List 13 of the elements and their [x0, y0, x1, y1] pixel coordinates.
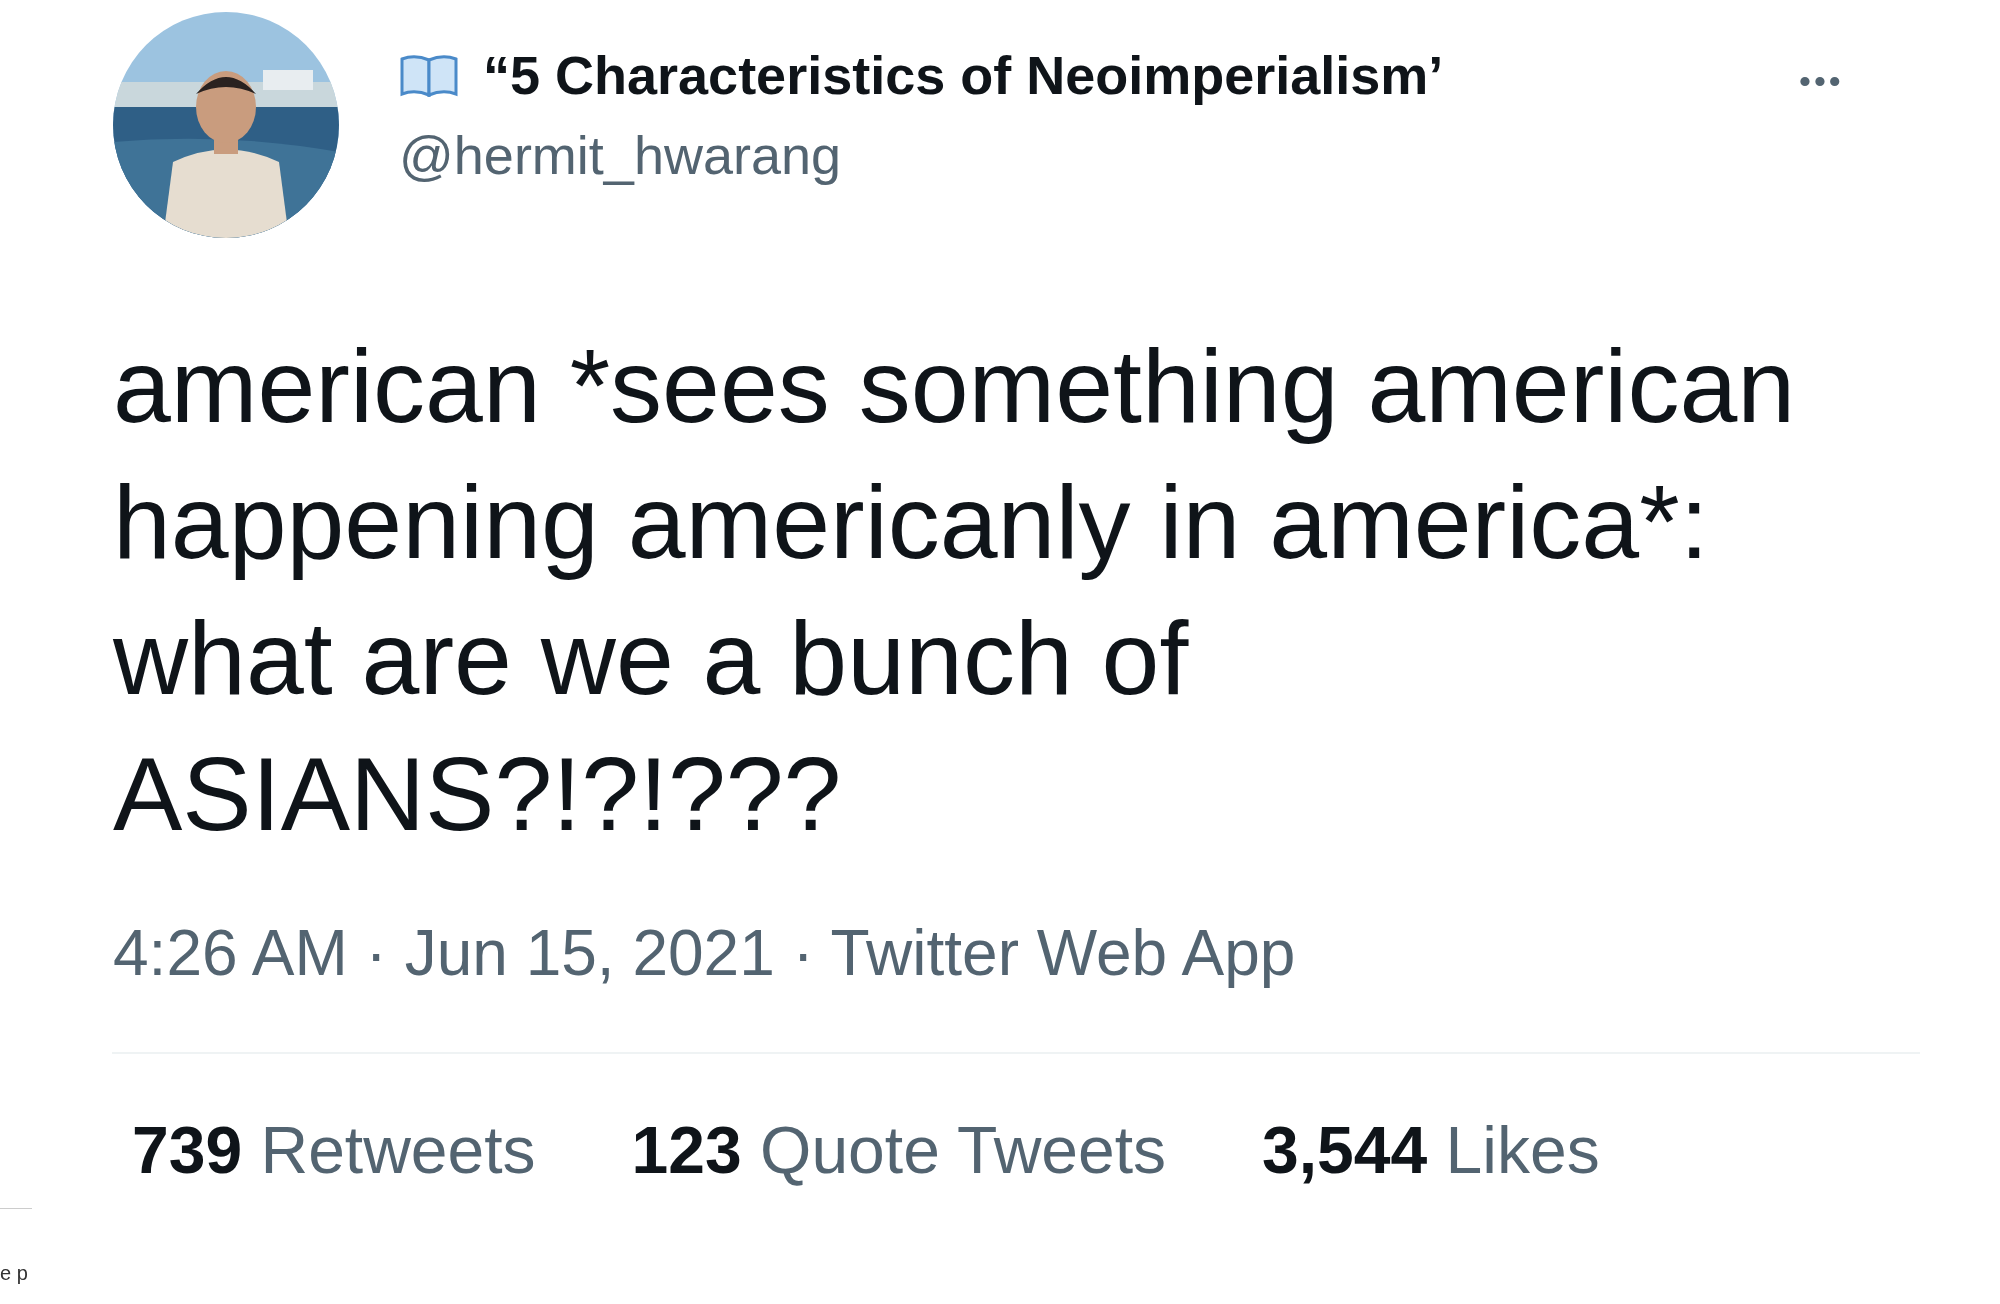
stat-link[interactable]: 3,544 Likes [1262, 1112, 1600, 1188]
book-icon [399, 53, 459, 97]
tweet-text: ASIANS?!?!??? [113, 735, 843, 854]
edge-text: e p [0, 1262, 28, 1285]
stat-link[interactable]: 123 Quote Tweets [631, 1112, 1167, 1188]
tweet-text: what are we a bunch of [113, 599, 1190, 718]
tweet-text: american *sees something american [113, 327, 1797, 446]
username: @hermit_hwarang [399, 124, 843, 186]
tweet-text: happening americanly in america*: [113, 463, 1710, 582]
timestamp: 4:26 AM · Jun 15, 2021 · Twitter Web App [113, 917, 1296, 989]
stat-link[interactable]: 739 Retweets [132, 1112, 536, 1188]
more-button[interactable]: ••• [1799, 62, 1844, 101]
display-name: “5 Characteristics of Neoimperialism’ [483, 44, 1444, 106]
